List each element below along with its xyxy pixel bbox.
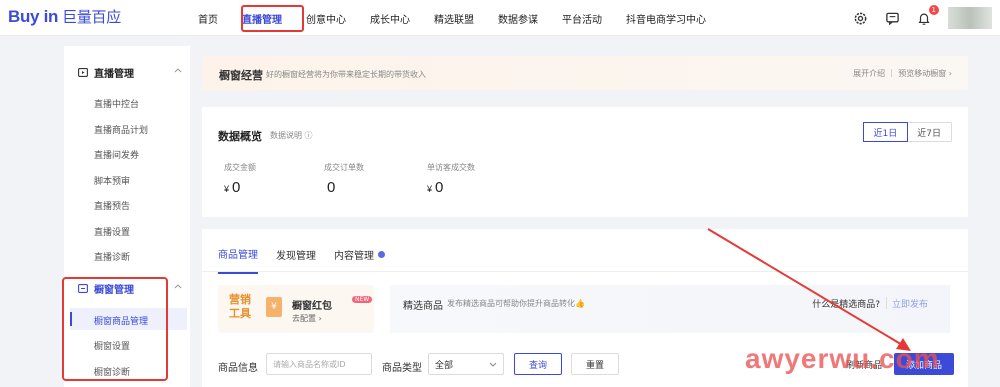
- message-icon[interactable]: [884, 10, 900, 26]
- nav-creative-center[interactable]: 创意中心: [306, 11, 346, 26]
- sidebar-group-live-label: 直播管理: [94, 68, 134, 80]
- chevron-up-icon[interactable]: [174, 67, 182, 73]
- tool-name: 橱窗红包: [292, 301, 332, 312]
- range-7d[interactable]: 近7日: [907, 123, 951, 141]
- metric-label: 单访客成交数: [427, 163, 475, 172]
- goods-tabs: 商品管理 发现管理 内容管理: [218, 246, 403, 274]
- divider: [886, 297, 887, 309]
- red-packet-icon: ¥: [266, 297, 282, 317]
- logo-brand: Buy in: [8, 7, 59, 26]
- featured-desc: 发布精选商品可帮助你提升商品转化👍: [447, 299, 585, 308]
- range-1d[interactable]: 近1日: [862, 122, 909, 142]
- tab-discover-management[interactable]: 发现管理: [276, 246, 316, 274]
- metric-orders: 成交订单数 0: [324, 162, 364, 196]
- product-search-input[interactable]: 请输入商品名称或ID: [266, 353, 372, 375]
- metric-label: 成交订单数: [324, 163, 364, 172]
- marketing-tool-card[interactable]: 营销工具 ¥ 橱窗红包 NEW 去配置 ›: [218, 285, 374, 333]
- nav-highlight-box: [241, 5, 304, 32]
- logo-cn: 巨量百应: [62, 8, 121, 26]
- product-info-label: 商品信息: [218, 363, 258, 374]
- sidebar-item-live-diagnosis[interactable]: 直播诊断: [94, 250, 130, 263]
- product-type-label: 商品类型: [382, 363, 422, 374]
- sidebar-item-script-review[interactable]: 脚本预审: [94, 174, 130, 187]
- tab-product-management[interactable]: 商品管理: [218, 246, 258, 274]
- sidebar-group-live[interactable]: 直播管理: [64, 62, 190, 82]
- live-icon: [78, 67, 88, 77]
- sidebar-item-live-settings[interactable]: 直播设置: [94, 225, 130, 238]
- notification-badge: 1: [928, 5, 939, 15]
- configure-link[interactable]: 去配置 ›: [292, 313, 322, 324]
- settings-icon[interactable]: [852, 10, 868, 26]
- promo-subtitle: 好的橱窗经营将为你带来稳定长期的带货收入: [266, 70, 426, 79]
- watermark-text: awyerwu.com: [745, 343, 940, 374]
- top-icons: 1: [852, 0, 1000, 36]
- metric-value: 0: [327, 179, 336, 196]
- metric-gmv: 成交金额 ¥0: [224, 162, 256, 196]
- metric-per-visitor: 单访客成交数 ¥0: [427, 162, 475, 196]
- product-type-select[interactable]: 全部: [428, 353, 504, 375]
- promo-title: 橱窗经营: [219, 69, 263, 82]
- chevron-down-icon: [489, 362, 497, 367]
- new-dot-icon: [378, 251, 385, 258]
- bell-icon[interactable]: 1: [916, 5, 939, 26]
- nav-growth-center[interactable]: 成长中心: [370, 11, 410, 26]
- sidebar-item-live-console[interactable]: 直播中控台: [94, 97, 139, 110]
- nav-platform-activity[interactable]: 平台活动: [562, 11, 602, 26]
- featured-title: 精选商品: [403, 301, 443, 312]
- avatar[interactable]: [948, 7, 992, 29]
- reset-button[interactable]: 重置: [571, 353, 619, 375]
- chevron-up-icon[interactable]: [174, 283, 182, 289]
- sidebar-item-live-coupon[interactable]: 直播间发券: [94, 148, 139, 161]
- nav-data-advisor[interactable]: 数据参谋: [498, 11, 538, 26]
- tab-content-management[interactable]: 内容管理: [334, 246, 385, 274]
- publish-now-link[interactable]: 立即发布: [892, 297, 928, 310]
- metric-value: ¥0: [224, 179, 241, 196]
- window-promo-banner: 橱窗经营 好的橱窗经营将为你带来稳定长期的带货收入 展开介绍 ｜ 预览移动橱窗 …: [202, 56, 968, 90]
- nav-home[interactable]: 首页: [198, 11, 218, 26]
- sidebar-item-live-product-plan[interactable]: 直播商品计划: [94, 123, 148, 136]
- promo-links[interactable]: 展开介绍 ｜ 预览移动橱窗 ›: [853, 68, 952, 79]
- query-button[interactable]: 查询: [514, 353, 562, 375]
- marketing-tool-tag: 营销工具: [229, 293, 251, 320]
- data-overview-card: 数据概览 数据说明 ⓘ 近1日 近7日 成交金额 ¥0 成交订单数 0 单访客成…: [202, 107, 968, 217]
- sidebar-item-live-preview[interactable]: 直播预告: [94, 199, 130, 212]
- overview-title: 数据概览: [218, 130, 262, 143]
- overview-hint[interactable]: 数据说明 ⓘ: [270, 130, 313, 141]
- featured-products-banner: 精选商品 发布精选商品可帮助你提升商品转化👍 什么是精选商品? 立即发布: [390, 285, 950, 333]
- new-badge: NEW: [352, 296, 373, 303]
- tabs-divider: [202, 271, 968, 272]
- nav-selected-alliance[interactable]: 精选联盟: [434, 11, 474, 26]
- featured-help-link[interactable]: 什么是精选商品?: [812, 297, 880, 310]
- metric-value: ¥0: [427, 179, 444, 196]
- date-range-toggle: 近1日 近7日: [862, 122, 952, 142]
- metric-label: 成交金额: [224, 163, 256, 172]
- nav-learning-center[interactable]: 抖音电商学习中心: [626, 11, 706, 26]
- logo[interactable]: Buy in 巨量百应: [8, 6, 121, 27]
- sidebar-highlight-box: [62, 277, 168, 381]
- top-navbar: Buy in 巨量百应 首页 直播管理 创意中心 成长中心 精选联盟 数据参谋 平…: [0, 0, 1000, 36]
